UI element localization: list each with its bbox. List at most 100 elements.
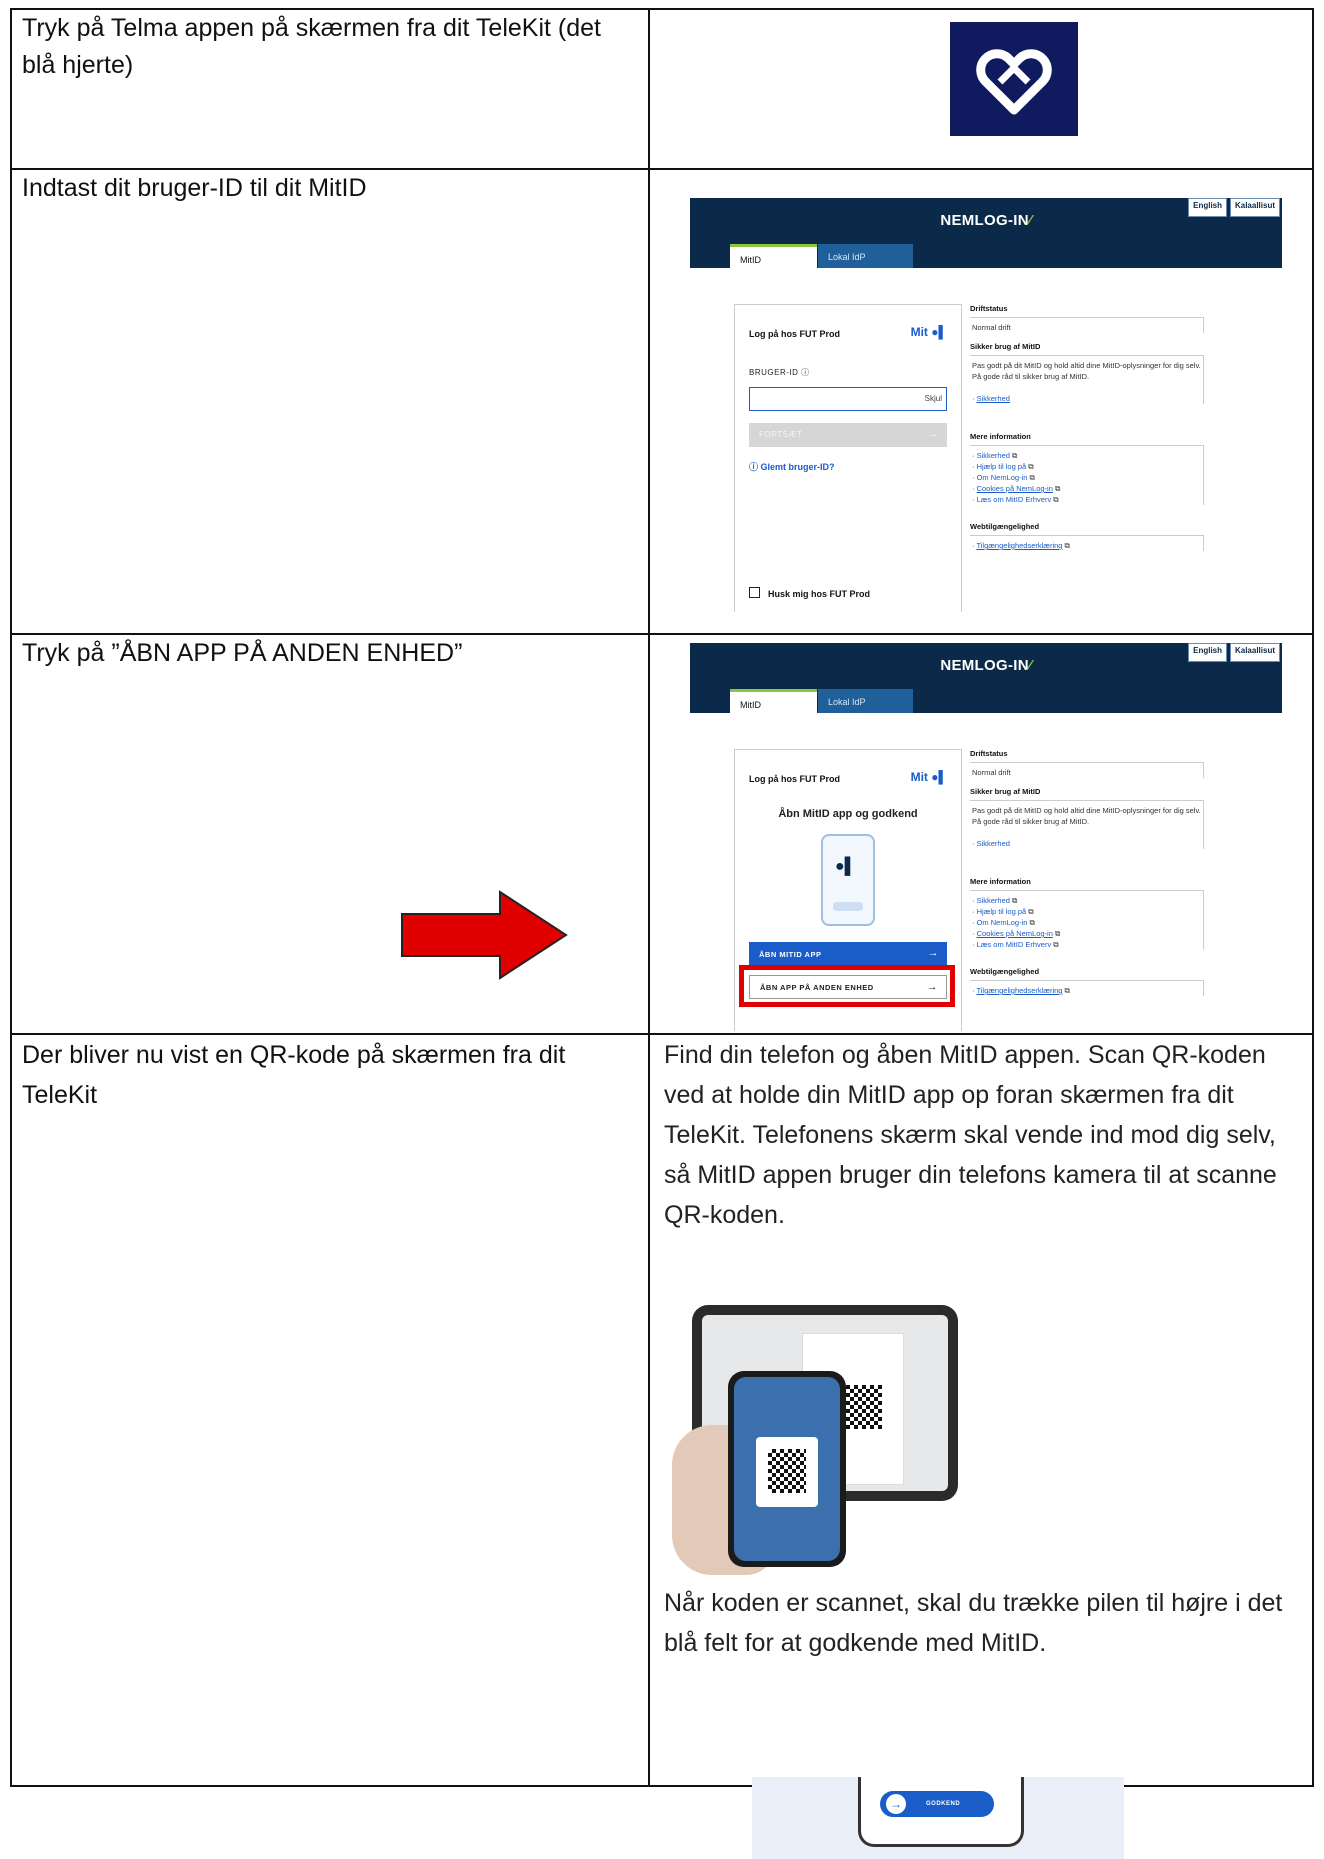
web-body: · Tilgængelighedserklæring ⧉ bbox=[970, 981, 1204, 996]
instruction-cell: Der bliver nu vist en QR-kode på skærmen… bbox=[10, 1033, 650, 1787]
login-card: Log på hos FUT Prod Mit ●▌ Åbn MitID app… bbox=[734, 749, 962, 1031]
language-kalaallisut-button[interactable]: Kalaallisut bbox=[1229, 198, 1280, 217]
drift-status: Normal drift bbox=[970, 763, 1204, 778]
safe-section: Sikker brug af MitID Pas godt på dit Mit… bbox=[970, 787, 1204, 849]
language-english-button[interactable]: English bbox=[1188, 198, 1227, 217]
mitid-icon: ●▌ bbox=[835, 858, 856, 875]
telma-heart-logo bbox=[950, 22, 1078, 136]
checkbox-icon bbox=[749, 587, 760, 598]
more-link[interactable]: Hjælp til log på bbox=[977, 462, 1027, 471]
tab-mitid[interactable]: MitID bbox=[730, 244, 817, 268]
open-app-heading: Åbn MitID app og godkend bbox=[778, 808, 918, 820]
open-mitid-app-button[interactable]: ÅBN MITID APP → bbox=[749, 942, 947, 966]
drift-section: Driftstatus Normal drift bbox=[970, 304, 1204, 333]
sikkerhed-link[interactable]: Sikkerhed bbox=[977, 394, 1010, 403]
more-link[interactable]: Sikkerhed bbox=[977, 451, 1010, 460]
image-cell: NEMLOG-IN⁄ English Kalaallisut MitID Lok… bbox=[648, 633, 1314, 1035]
web-body: · Tilgængelighedserklæring ⧉ bbox=[970, 536, 1204, 551]
qr-code bbox=[768, 1449, 806, 1493]
instruction-cell: Tryk på ”ÅBN APP PÅ ANDEN ENHED” bbox=[10, 633, 650, 1035]
image-cell: NEMLOG-IN⁄ English Kalaallisut MitID Lok… bbox=[648, 168, 1314, 635]
web-heading: Webtilgængelighed bbox=[970, 967, 1204, 981]
arrow-right-icon: → bbox=[886, 1794, 906, 1814]
heart-icon bbox=[976, 49, 1052, 115]
login-card: Log på hos FUT Prod Mit ●▌ BRUGER-ID ⓘ S… bbox=[734, 304, 962, 612]
more-info-links: · Sikkerhed ⧉ · Hjælp til log på ⧉ · Om … bbox=[970, 446, 1204, 505]
more-link[interactable]: Cookies på NemLog-in bbox=[977, 484, 1053, 493]
language-kalaallisut-button[interactable]: Kalaallisut bbox=[1229, 643, 1280, 662]
mitid-logo: Mit ●▌ bbox=[910, 770, 947, 784]
phone-illustration bbox=[728, 1371, 846, 1567]
safe-body: Pas godt på dit MitID og hold altid dine… bbox=[970, 356, 1204, 404]
accessibility-link[interactable]: Tilgængelighedserklæring bbox=[976, 541, 1062, 550]
more-info-heading: Mere information bbox=[970, 432, 1204, 446]
more-link[interactable]: Læs om MitID Erhverv bbox=[977, 940, 1052, 949]
instruction-text: Indtast dit bruger-ID til dit MitID bbox=[22, 174, 367, 202]
drift-section: Driftstatus Normal drift bbox=[970, 749, 1204, 778]
more-link[interactable]: Læs om MitID Erhverv bbox=[977, 495, 1052, 504]
red-arrow-icon bbox=[401, 890, 568, 980]
drift-status: Normal drift bbox=[970, 318, 1204, 333]
instruction-cell: Indtast dit bruger-ID til dit MitID bbox=[10, 168, 650, 635]
sikkerhed-link[interactable]: Sikkerhed bbox=[977, 839, 1010, 848]
tab-lokal-idp[interactable]: Lokal IdP bbox=[818, 689, 913, 713]
drift-heading: Driftstatus bbox=[970, 304, 1204, 318]
more-link[interactable]: Om NemLog-in bbox=[977, 918, 1028, 927]
forgot-user-id-link[interactable]: ⓘ Glemt bruger-ID? bbox=[749, 460, 835, 473]
phone-illustration: ●▌ bbox=[821, 834, 875, 926]
more-info-heading: Mere information bbox=[970, 877, 1204, 891]
instruction-cell: Tryk på Telma appen på skærmen fra dit T… bbox=[10, 8, 650, 170]
nemlog-header: NEMLOG-IN⁄ English Kalaallisut MitID Lok… bbox=[690, 198, 1282, 268]
table-row: Der bliver nu vist en QR-kode på skærmen… bbox=[10, 1033, 1314, 1859]
instruction-text: Tryk på ”ÅBN APP PÅ ANDEN ENHED” bbox=[22, 639, 463, 667]
language-english-button[interactable]: English bbox=[1188, 643, 1227, 662]
nemlog-header: NEMLOG-IN⁄ English Kalaallisut MitID Lok… bbox=[690, 643, 1282, 713]
safe-section: Sikker brug af MitID Pas godt på dit Mit… bbox=[970, 342, 1204, 404]
image-cell: Find din telefon og åben MitID appen. Sc… bbox=[648, 1033, 1314, 1859]
more-link[interactable]: Om NemLog-in bbox=[977, 473, 1028, 482]
table-row: Indtast dit bruger-ID til dit MitID NEML… bbox=[10, 168, 1314, 635]
web-section: Webtilgængelighed · Tilgængelighedserklæ… bbox=[970, 522, 1204, 551]
scan-qr-photo bbox=[672, 1305, 960, 1575]
user-id-input[interactable]: Skjul bbox=[749, 387, 947, 411]
approve-label: GODKEND bbox=[926, 1801, 961, 1807]
nemlog-login-screenshot: NEMLOG-IN⁄ English Kalaallisut MitID Lok… bbox=[690, 198, 1282, 612]
tab-mitid[interactable]: MitID bbox=[730, 689, 817, 713]
instruction-text: Tryk på Telma appen på skærmen fra dit T… bbox=[22, 14, 601, 79]
phone-qr-card bbox=[756, 1437, 818, 1507]
phone-screen bbox=[734, 1377, 840, 1561]
safe-body: Pas godt på dit MitID og hold altid dine… bbox=[970, 801, 1204, 849]
login-header: Log på hos FUT Prod bbox=[749, 774, 840, 784]
instruction-text: Der bliver nu vist en QR-kode på skærmen… bbox=[22, 1041, 566, 1109]
web-heading: Webtilgængelighed bbox=[970, 522, 1204, 536]
more-link[interactable]: Cookies på NemLog-in bbox=[977, 929, 1053, 938]
hide-toggle[interactable]: Skjul bbox=[925, 394, 942, 403]
approve-swipe-image: → GODKEND bbox=[752, 1777, 1124, 1859]
web-section: Webtilgængelighed · Tilgængelighedserklæ… bbox=[970, 967, 1204, 996]
more-link[interactable]: Sikkerhed bbox=[977, 896, 1010, 905]
table-row: Tryk på Telma appen på skærmen fra dit T… bbox=[10, 8, 1314, 170]
mitid-logo: Mit ●▌ bbox=[910, 325, 947, 339]
approve-instructions: Når koden er scannet, skal du trække pil… bbox=[664, 1589, 1283, 1657]
image-cell bbox=[648, 8, 1314, 170]
info-icon: ⓘ bbox=[749, 462, 759, 472]
drift-heading: Driftstatus bbox=[970, 749, 1204, 763]
user-id-label: BRUGER-ID ⓘ bbox=[749, 368, 810, 377]
more-info-section: Mere information · Sikkerhed ⧉ · Hjælp t… bbox=[970, 877, 1204, 950]
safe-heading: Sikker brug af MitID bbox=[970, 787, 1204, 801]
remember-me-checkbox[interactable]: Husk mig hos FUT Prod bbox=[749, 587, 870, 599]
arrow-right-icon: → bbox=[927, 947, 939, 959]
more-link[interactable]: Hjælp til log på bbox=[977, 907, 1027, 916]
safe-heading: Sikker brug af MitID bbox=[970, 342, 1204, 356]
continue-button[interactable]: → FORTSÆT bbox=[749, 423, 947, 447]
instruction-table: Tryk på Telma appen på skærmen fra dit T… bbox=[10, 8, 1314, 1859]
accessibility-link[interactable]: Tilgængelighedserklæring bbox=[976, 986, 1062, 995]
login-header: Log på hos FUT Prod bbox=[749, 329, 840, 339]
more-info-links: · Sikkerhed ⧉ · Hjælp til log på ⧉ · Om … bbox=[970, 891, 1204, 950]
qr-code bbox=[842, 1385, 882, 1429]
tab-lokal-idp[interactable]: Lokal IdP bbox=[818, 244, 913, 268]
phone-bar bbox=[833, 902, 863, 911]
more-info-section: Mere information · Sikkerhed ⧉ · Hjælp t… bbox=[970, 432, 1204, 505]
table-row: Tryk på ”ÅBN APP PÅ ANDEN ENHED” NEMLOG-… bbox=[10, 633, 1314, 1035]
arrow-right-icon: → bbox=[927, 428, 939, 440]
